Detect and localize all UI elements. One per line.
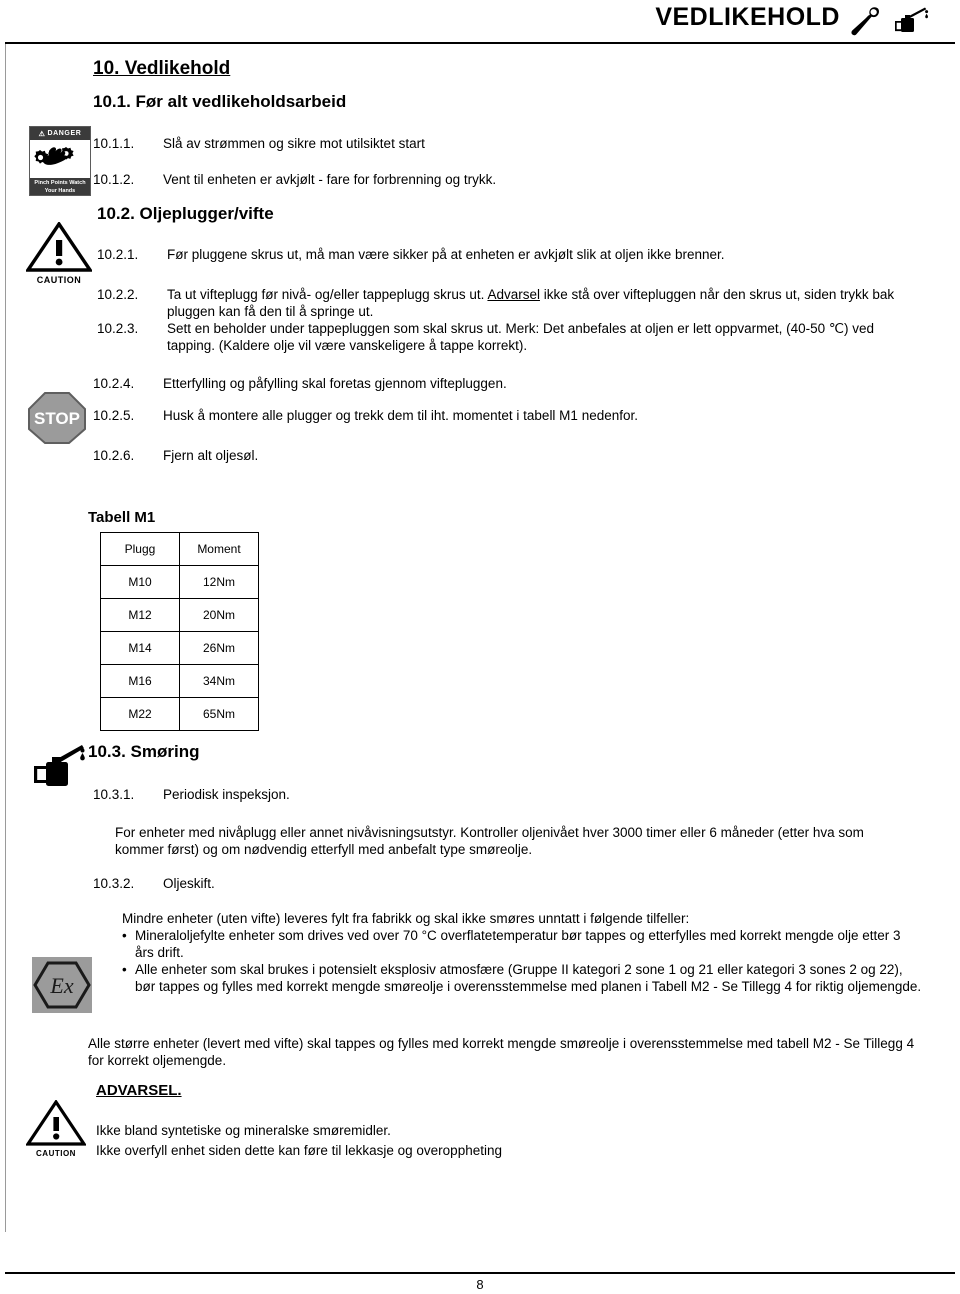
paragraph-level-check: For enheter med nivåplugg eller annet ni…	[115, 825, 864, 857]
table-row: M10 12Nm	[100, 565, 259, 599]
column-header-moment: Moment	[179, 532, 259, 566]
header-title: VEDLIKEHOLD	[655, 3, 840, 31]
section-heading-10-2: 10.2. Oljeplugger/vifte	[97, 204, 274, 223]
cell-plugg: M14	[100, 631, 180, 665]
item-text: Før pluggene skrus ut, må man være sikke…	[167, 247, 725, 262]
caution-label: CAUTION	[36, 275, 82, 285]
item-text: Periodisk inspeksjon.	[163, 787, 290, 802]
caution-label: CAUTION	[36, 1149, 76, 1158]
section-heading-10: 10. Vedlikehold	[93, 58, 231, 79]
svg-text:STOP: STOP	[34, 409, 80, 428]
table-header-row: Plugg Moment	[100, 532, 259, 566]
item-number: 10.3.1.	[93, 787, 135, 802]
section-heading-10-1: 10.1. Før alt vedlikeholdsarbeid	[93, 92, 347, 111]
cell-plugg: M10	[100, 565, 180, 599]
advarsel-heading: ADVARSEL.	[96, 1082, 182, 1099]
caution-warning-icon: CAUTION	[24, 220, 94, 285]
table-title: Tabell M1	[88, 509, 156, 526]
list-item: • Mineraloljefylte enheter som drives ve…	[122, 927, 922, 961]
item-number: 10.1.1.	[93, 136, 135, 151]
bullet-text: Mineraloljefylte enheter som drives ved …	[135, 928, 901, 960]
cell-plugg: M12	[100, 598, 180, 632]
table-row: M16 34Nm	[100, 664, 259, 698]
item-text-before: Ta ut vifteplugg før nivå- og/eller tapp…	[167, 287, 488, 302]
paragraph-large-units: Alle større enheter (levert med vifte) s…	[88, 1036, 915, 1068]
item-text: Fjern alt oljesøl.	[163, 448, 259, 463]
page-number: 8	[476, 1277, 484, 1292]
item-number: 10.3.2.	[93, 876, 135, 891]
item-number: 10.2.1.	[97, 247, 139, 262]
item-text: Sett en beholder under tappepluggen som …	[167, 321, 875, 353]
table-row: M12 20Nm	[100, 598, 259, 632]
bullet-list: • Mineraloljefylte enheter som drives ve…	[122, 927, 922, 995]
column-header-plugg: Plugg	[100, 532, 180, 566]
item-text: Husk å montere alle plugger og trekk dem…	[163, 408, 638, 423]
left-margin-rule	[5, 44, 6, 1232]
warning-line-2: Ikke overfyll enhet siden dette kan føre…	[96, 1143, 502, 1158]
cell-moment: 65Nm	[179, 697, 259, 731]
paragraph-small-units: Mindre enheter (uten vifte) leveres fylt…	[122, 911, 690, 926]
cell-moment: 12Nm	[179, 565, 259, 599]
wrench-icon	[851, 7, 880, 36]
item-number: 10.2.3.	[97, 321, 139, 336]
stop-sign-icon: STOP	[26, 390, 88, 446]
item-number: 10.2.5.	[93, 408, 135, 423]
cell-moment: 34Nm	[179, 664, 259, 698]
list-item: • Alle enheter som skal brukes i potensi…	[122, 961, 922, 995]
item-number: 10.2.2.	[97, 287, 139, 302]
svg-text:Ex: Ex	[49, 973, 73, 998]
item-text: Etterfylling og påfylling skal foretas g…	[163, 376, 507, 391]
item-number: 10.1.2.	[93, 172, 135, 187]
header-divider	[5, 42, 955, 44]
bullet-marker: •	[122, 928, 127, 943]
warning-line-1: Ikke bland syntetiske og mineralske smør…	[96, 1123, 391, 1138]
oil-can-icon	[895, 7, 929, 32]
cell-moment: 20Nm	[179, 598, 259, 632]
cell-plugg: M22	[100, 697, 180, 731]
danger-label-header-text: DANGER	[47, 130, 82, 137]
table-row: M22 65Nm	[100, 697, 259, 731]
document-page: VEDLIKEHOLD 10. Vedlikehold 10.1. Før al…	[0, 0, 960, 1294]
atex-ex-icon: Ex	[32, 957, 92, 1013]
cell-moment: 26Nm	[179, 631, 259, 665]
oil-can-lubrication-icon	[30, 742, 88, 794]
section-heading-10-3: 10.3. Smøring	[88, 742, 200, 761]
item-number: 10.2.6.	[93, 448, 135, 463]
danger-label-footer-text: Pinch Points Watch Your Hands	[30, 178, 90, 195]
footer-divider	[5, 1272, 955, 1274]
item-text: Ta ut vifteplugg før nivå- og/eller tapp…	[167, 286, 905, 320]
bullet-text: Alle enheter som skal brukes i potensiel…	[135, 962, 922, 994]
pinch-point-graphic	[30, 140, 90, 178]
cell-plugg: M16	[100, 664, 180, 698]
table-row: M14 26Nm	[100, 631, 259, 665]
bullet-marker: •	[122, 962, 127, 977]
item-text: Slå av strømmen og sikre mot utilsiktet …	[163, 136, 425, 151]
item-text: Vent til enheten er avkjølt - fare for f…	[163, 172, 497, 187]
caution-warning-icon: CAUTION	[25, 1099, 87, 1158]
item-text: Oljeskift.	[163, 876, 215, 891]
danger-label-header: ⚠ DANGER	[30, 127, 90, 140]
page-header: VEDLIKEHOLD	[0, 0, 960, 44]
item-number: 10.2.4.	[93, 376, 135, 391]
torque-table: Plugg Moment M10 12Nm M12 20Nm M14 26Nm	[100, 532, 259, 731]
item-text-underlined: Advarsel	[487, 287, 540, 302]
danger-pinch-point-label: ⚠ DANGER Pinch Points Watch Your Hands	[29, 126, 91, 196]
